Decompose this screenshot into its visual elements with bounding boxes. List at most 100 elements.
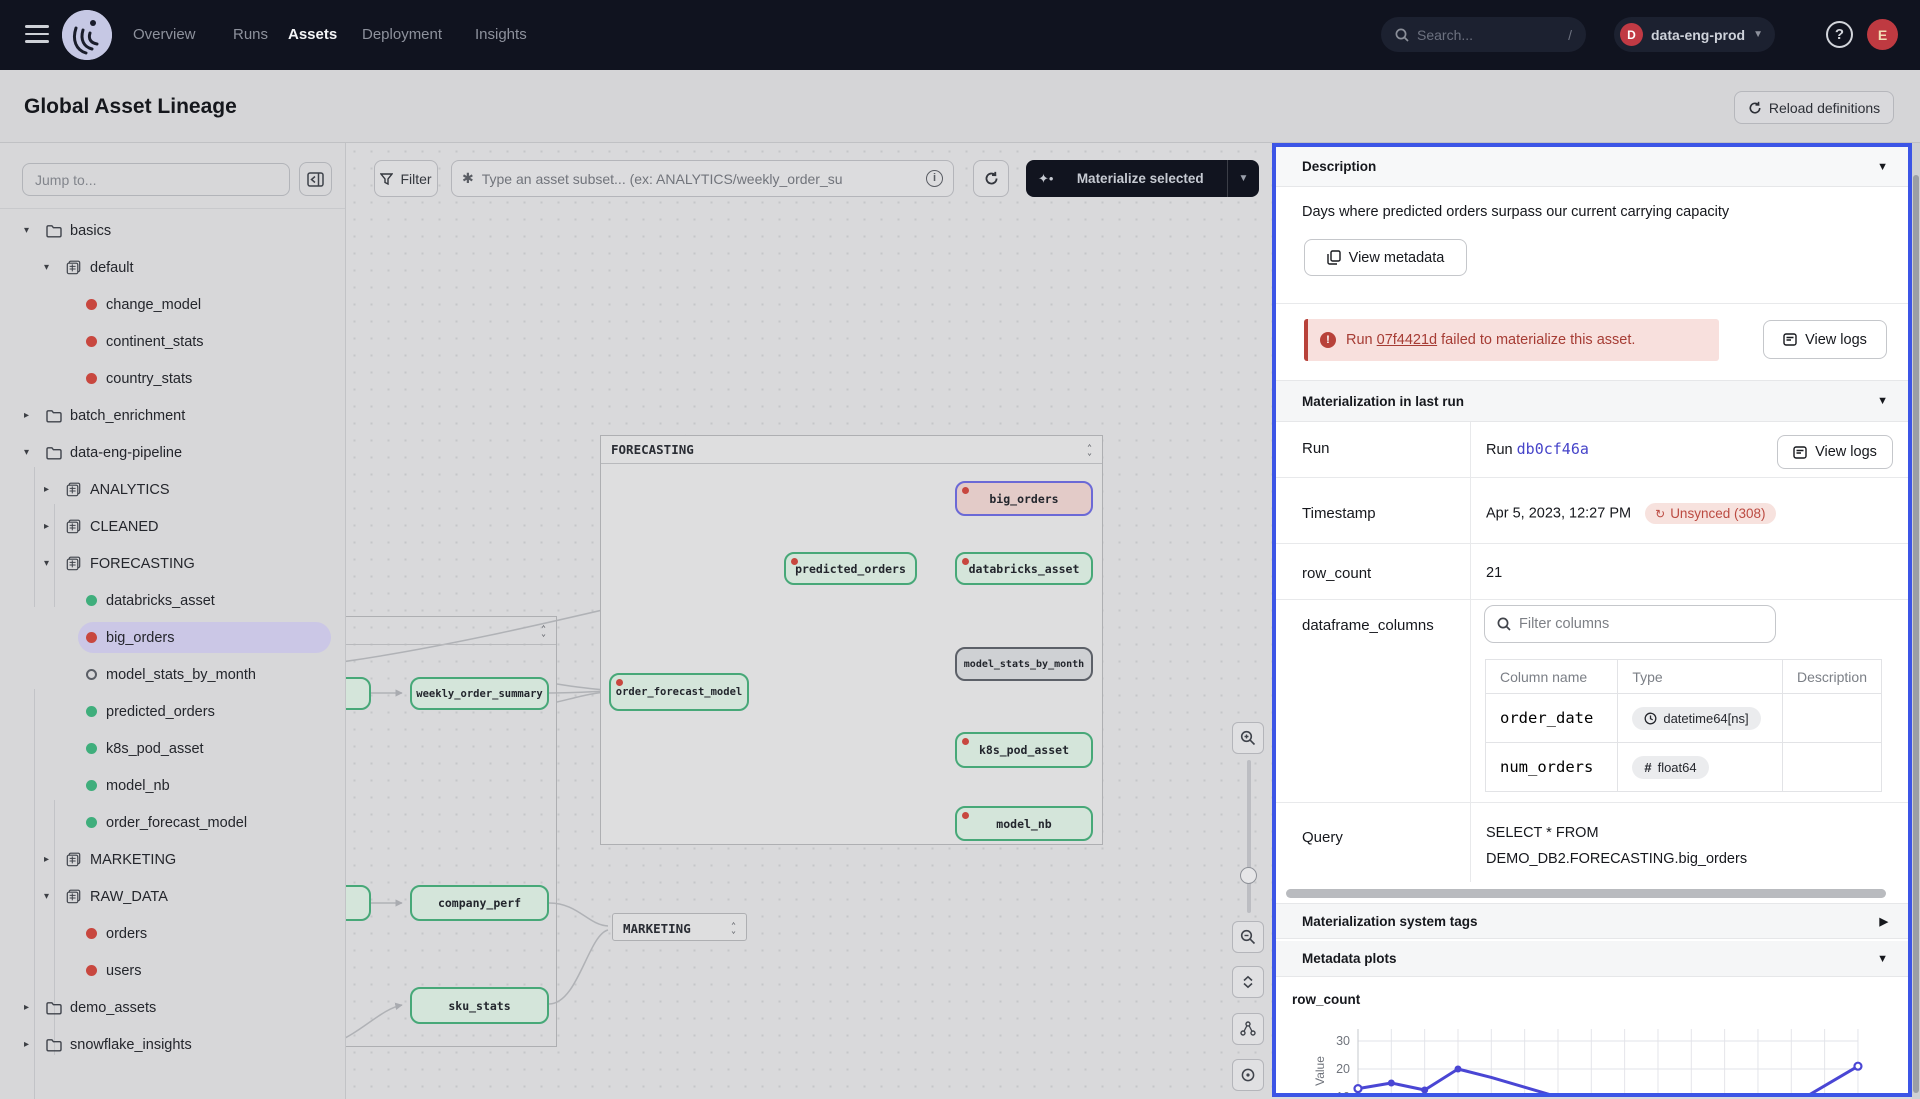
sidebar-item-basics[interactable]: ▾basics bbox=[0, 212, 345, 249]
sidebar-item-orders[interactable]: orders bbox=[0, 915, 345, 952]
description-section-header[interactable]: Description ▼ bbox=[1276, 147, 1908, 187]
filter-columns-input[interactable] bbox=[1519, 616, 1763, 632]
nav-runs[interactable]: Runs bbox=[233, 0, 268, 70]
view-metadata-button[interactable]: View metadata bbox=[1304, 239, 1467, 276]
sidebar-item-RAW_DATA[interactable]: ▾RAW_DATA bbox=[0, 878, 345, 915]
panel-scrollbar-thumb[interactable] bbox=[1913, 175, 1919, 1093]
failed-run-link[interactable]: 07f4421d bbox=[1377, 332, 1437, 348]
nav-insights[interactable]: Insights bbox=[475, 0, 527, 70]
zoom-slider-track[interactable] bbox=[1247, 760, 1251, 913]
graph-node-partial[interactable] bbox=[346, 677, 371, 710]
filter-columns-field[interactable] bbox=[1484, 605, 1776, 643]
system-tags-section-header[interactable]: Materialization system tags ▶ bbox=[1276, 903, 1908, 939]
sidebar-item-model_nb[interactable]: model_nb bbox=[0, 767, 345, 804]
sidebar-item-snowflake_insights[interactable]: ▸snowflake_insights bbox=[0, 1026, 345, 1063]
collapse-group-icon[interactable]: ⌃⌄ bbox=[731, 923, 736, 933]
materialize-options-caret[interactable]: ▼ bbox=[1227, 160, 1259, 197]
graph-layout-button[interactable] bbox=[1232, 1013, 1264, 1045]
collapse-sidebar-button[interactable] bbox=[299, 162, 332, 196]
caret-right-icon[interactable]: ▸ bbox=[24, 410, 46, 421]
graph-node-k8s_pod_asset[interactable]: k8s_pod_asset bbox=[955, 732, 1093, 768]
zoom-in-button[interactable] bbox=[1232, 722, 1264, 754]
nav-overview[interactable]: Overview bbox=[133, 0, 196, 70]
global-search[interactable]: / bbox=[1381, 17, 1586, 52]
graph-node-model_nb[interactable]: model_nb bbox=[955, 806, 1093, 841]
sidebar-item-k8s_pod_asset[interactable]: k8s_pod_asset bbox=[0, 730, 345, 767]
graph-node-databricks_asset[interactable]: databricks_asset bbox=[955, 552, 1093, 585]
graph-node-predicted_orders[interactable]: predicted_orders bbox=[784, 552, 917, 585]
horizontal-scrollbar[interactable] bbox=[1286, 889, 1886, 898]
run-id-link[interactable]: db0cf46a bbox=[1517, 440, 1589, 458]
asset-group-header[interactable]: FORECASTING ⌃⌄ bbox=[601, 436, 1102, 464]
sidebar-item-label: data-eng-pipeline bbox=[70, 445, 182, 461]
search-input[interactable] bbox=[1417, 27, 1560, 43]
sidebar-item-demo_assets[interactable]: ▸demo_assets bbox=[0, 989, 345, 1026]
graph-node-weekly_order_summary[interactable]: weekly_order_summary bbox=[410, 677, 549, 710]
help-icon[interactable]: ? bbox=[1826, 21, 1853, 48]
sidebar-item-continent_stats[interactable]: continent_stats bbox=[0, 323, 345, 360]
graph-node-company_perf[interactable]: company_perf bbox=[410, 885, 549, 921]
user-avatar[interactable]: E bbox=[1867, 19, 1898, 50]
view-logs-button-run[interactable]: View logs bbox=[1777, 435, 1893, 469]
sidebar-item-FORECASTING[interactable]: ▾FORECASTING bbox=[0, 545, 345, 582]
graph-node-model_stats_by_month[interactable]: model_stats_by_month bbox=[955, 647, 1093, 681]
sidebar-item-CLEANED[interactable]: ▸CLEANED bbox=[0, 508, 345, 545]
caret-down-icon[interactable]: ▾ bbox=[44, 891, 66, 902]
sidebar-item-order_forecast_model[interactable]: order_forecast_model bbox=[0, 804, 345, 841]
collapse-group-icon[interactable]: ⌃⌄ bbox=[1087, 445, 1092, 455]
recenter-view-button[interactable] bbox=[1232, 1059, 1264, 1091]
filter-button[interactable]: Filter bbox=[374, 160, 438, 197]
caret-down-icon[interactable]: ▾ bbox=[24, 225, 46, 236]
asset-subset-field[interactable]: ✱ i bbox=[451, 160, 954, 197]
sidebar-item-predicted_orders[interactable]: predicted_orders bbox=[0, 693, 345, 730]
graph-node-order_forecast_model[interactable]: order_forecast_model bbox=[609, 673, 749, 711]
view-logs-button-alert[interactable]: View logs bbox=[1763, 320, 1887, 359]
caret-down-icon[interactable]: ▾ bbox=[44, 558, 66, 569]
jump-to-input[interactable] bbox=[22, 163, 290, 196]
sidebar-item-data-eng-pipeline[interactable]: ▾ data-eng-pipeline bbox=[0, 434, 345, 471]
asset-group-marketing[interactable]: MARKETING ⌃⌄ bbox=[612, 913, 747, 941]
sidebar-item-ANALYTICS[interactable]: ▸ANALYTICS bbox=[0, 471, 345, 508]
caret-down-icon[interactable]: ▾ bbox=[44, 262, 66, 273]
sidebar-item-change_model[interactable]: change_model bbox=[0, 286, 345, 323]
caret-right-icon[interactable]: ▸ bbox=[24, 1039, 46, 1050]
refresh-graph-button[interactable] bbox=[973, 160, 1009, 197]
menu-icon[interactable] bbox=[25, 25, 49, 45]
collapse-group-icon[interactable]: ⌃⌄ bbox=[541, 626, 546, 636]
failed-run-alert: ! Run 07f4421d failed to materialize thi… bbox=[1304, 319, 1719, 361]
info-icon[interactable]: i bbox=[926, 170, 943, 187]
sidebar-item-default[interactable]: ▾default bbox=[0, 249, 345, 286]
sidebar-item-batch_enrichment[interactable]: ▸batch_enrichment bbox=[0, 397, 345, 434]
asset-subset-input[interactable] bbox=[482, 171, 918, 187]
dagster-logo-icon[interactable] bbox=[62, 10, 112, 60]
sidebar-item-MARKETING[interactable]: ▸MARKETING bbox=[0, 841, 345, 878]
graph-node-big_orders[interactable]: big_orders bbox=[955, 481, 1093, 516]
graph-node-sku_stats[interactable]: sku_stats bbox=[410, 987, 549, 1024]
lineage-graph-canvas[interactable]: ⌃⌄ FORECASTING ⌃⌄ MARKETING ⌃⌄ weekly_or… bbox=[346, 143, 1272, 1099]
zoom-out-button[interactable] bbox=[1232, 921, 1264, 953]
caret-right-icon[interactable]: ▸ bbox=[24, 1002, 46, 1013]
deployment-switcher[interactable]: D data-eng-prod ▼ bbox=[1614, 17, 1775, 52]
caret-right-icon[interactable]: ▸ bbox=[44, 854, 66, 865]
collapse-all-groups-button[interactable] bbox=[1232, 966, 1264, 998]
node-label: predicted_orders bbox=[795, 562, 906, 576]
materialization-section-header[interactable]: Materialization in last run ▼ bbox=[1276, 380, 1908, 422]
sidebar-item-databricks_asset[interactable]: databricks_asset bbox=[0, 582, 345, 619]
caret-right-icon[interactable]: ▸ bbox=[44, 521, 66, 532]
metadata-plots-section-header[interactable]: Metadata plots ▼ bbox=[1276, 941, 1908, 977]
sidebar-item-users[interactable]: users bbox=[0, 952, 345, 989]
reload-definitions-button[interactable]: Reload definitions bbox=[1734, 91, 1894, 124]
asset-group-header[interactable]: MARKETING ⌃⌄ bbox=[613, 914, 746, 942]
sidebar-item-country_stats[interactable]: country_stats bbox=[0, 360, 345, 397]
nav-assets[interactable]: Assets bbox=[288, 0, 337, 70]
nav-deployment[interactable]: Deployment bbox=[362, 0, 442, 70]
panel-scrollbar[interactable] bbox=[1912, 143, 1920, 1099]
sidebar-item-big_orders[interactable]: big_orders bbox=[0, 619, 345, 656]
asset-group-header[interactable]: ⌃⌄ bbox=[346, 617, 556, 645]
zoom-slider-handle[interactable] bbox=[1240, 867, 1257, 884]
graph-node-partial[interactable] bbox=[346, 885, 371, 921]
caret-right-icon[interactable]: ▸ bbox=[44, 484, 66, 495]
caret-down-icon[interactable]: ▾ bbox=[24, 447, 46, 458]
sidebar-item-model_stats_by_month[interactable]: model_stats_by_month bbox=[0, 656, 345, 693]
materialize-selected-button[interactable]: ✦• Materialize selected ▼ bbox=[1026, 160, 1259, 197]
